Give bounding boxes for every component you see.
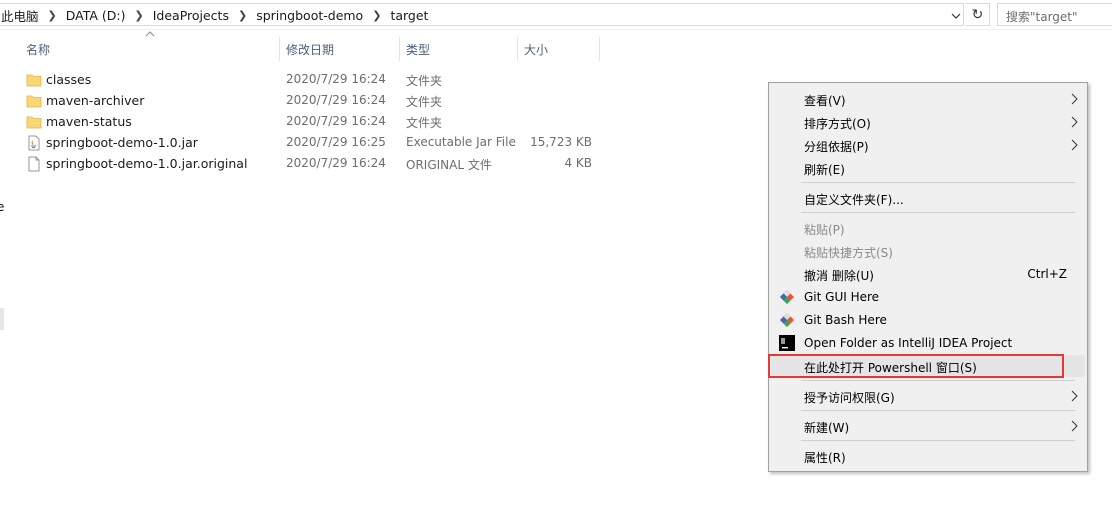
file-name: springboot-demo-1.0.jar.original xyxy=(46,156,248,171)
menu-item-grant-access[interactable]: 授予访问权限(G) xyxy=(771,385,1085,407)
chevron-right-icon xyxy=(1071,116,1078,128)
menu-separator xyxy=(801,440,1075,441)
menu-separator xyxy=(801,182,1075,183)
menu-item-sort-label: 排序方式(O) xyxy=(804,117,871,131)
menu-item-refresh[interactable]: 刷新(E) xyxy=(771,157,1085,179)
menu-item-git-bash[interactable]: Git Bash Here xyxy=(771,309,1085,331)
column-header-name-label: 名称 xyxy=(26,42,51,57)
menu-item-new-label: 新建(W) xyxy=(804,421,850,435)
column-header-type-label: 类型 xyxy=(406,42,431,57)
menu-item-group[interactable]: 分组依据(P) xyxy=(771,134,1085,156)
menu-item-paste-shortcut[interactable]: 粘贴快捷方式(S) xyxy=(771,240,1085,262)
chevron-right-icon xyxy=(1071,139,1078,151)
git-icon xyxy=(780,313,794,327)
breadcrumb-separator-icon[interactable]: ❯ xyxy=(238,9,247,22)
table-row[interactable]: maven-archiver 2020/7/29 16:24 文件夹 xyxy=(22,90,602,111)
menu-separator xyxy=(801,410,1075,411)
menu-item-paste-shortcut-label: 粘贴快捷方式(S) xyxy=(804,246,893,260)
menu-item-sort[interactable]: 排序方式(O) xyxy=(771,111,1085,133)
menu-item-view[interactable]: 查看(V) xyxy=(771,88,1085,110)
breadcrumb-target[interactable]: target xyxy=(390,8,428,23)
menu-item-git-bash-label: Git Bash Here xyxy=(804,313,887,327)
nav-pane-selection-fragment xyxy=(0,308,4,330)
menu-item-refresh-label: 刷新(E) xyxy=(804,163,845,177)
file-type: 文件夹 xyxy=(406,95,443,109)
file-type: 文件夹 xyxy=(406,74,443,88)
table-row[interactable]: springboot-demo-1.0.jar 2020/7/29 16:25 … xyxy=(22,132,602,153)
file-size: 15,723 KB xyxy=(530,135,592,149)
folder-icon xyxy=(26,116,42,129)
chevron-right-icon xyxy=(1071,390,1078,402)
breadcrumb-data-drive[interactable]: DATA (D:) xyxy=(66,8,126,23)
menu-separator xyxy=(801,380,1075,381)
file-icon xyxy=(28,156,40,172)
file-date: 2020/7/29 16:24 xyxy=(286,72,386,86)
file-type: 文件夹 xyxy=(406,116,443,130)
folder-icon xyxy=(26,74,42,87)
column-header-date[interactable]: 修改日期 xyxy=(280,37,400,61)
file-type: ORIGINAL 文件 xyxy=(406,158,492,172)
menu-item-open-intellij[interactable]: Open Folder as IntelliJ IDEA Project xyxy=(771,332,1085,354)
menu-item-properties-label: 属性(R) xyxy=(804,451,846,465)
menu-item-git-gui-label: Git GUI Here xyxy=(804,290,880,304)
breadcrumb-separator-icon[interactable]: ❯ xyxy=(372,9,381,22)
file-date: 2020/7/29 16:25 xyxy=(286,135,386,149)
file-date: 2020/7/29 16:24 xyxy=(286,156,386,170)
menu-item-new[interactable]: 新建(W) xyxy=(771,415,1085,437)
file-date: 2020/7/29 16:24 xyxy=(286,114,386,128)
folder-icon xyxy=(26,95,42,108)
file-name: springboot-demo-1.0.jar xyxy=(46,135,198,150)
menu-item-paste[interactable]: 粘贴(P) xyxy=(771,217,1085,239)
menu-item-undo-label: 撤消 删除(U) xyxy=(804,269,874,283)
file-date: 2020/7/29 16:24 xyxy=(286,93,386,107)
menu-item-undo-delete[interactable]: 撤消 删除(U) Ctrl+Z xyxy=(771,263,1085,285)
breadcrumb-springboot-demo[interactable]: springboot-demo xyxy=(256,8,363,23)
breadcrumb-ideaprojects[interactable]: IdeaProjects xyxy=(153,8,229,23)
file-name: classes xyxy=(46,72,92,87)
menu-item-grant-access-label: 授予访问权限(G) xyxy=(804,391,895,405)
menu-item-undo-shortcut: Ctrl+Z xyxy=(1027,267,1067,281)
git-icon xyxy=(780,290,794,304)
column-header-size[interactable]: 大小 xyxy=(518,37,600,61)
table-row[interactable]: maven-status 2020/7/29 16:24 文件夹 xyxy=(22,111,602,132)
menu-item-group-label: 分组依据(P) xyxy=(804,140,869,154)
menu-item-git-gui[interactable]: Git GUI Here xyxy=(771,286,1085,308)
breadcrumb-separator-icon[interactable]: ❯ xyxy=(135,9,144,22)
breadcrumb-separator-icon[interactable]: ❯ xyxy=(48,9,57,22)
annotation-highlight-box xyxy=(768,354,1064,378)
intellij-idea-icon xyxy=(779,335,795,351)
menu-item-paste-label: 粘贴(P) xyxy=(804,223,845,237)
chevron-right-icon xyxy=(1071,93,1078,105)
file-type: Executable Jar File xyxy=(406,135,516,149)
file-size: 4 KB xyxy=(564,156,592,170)
menu-item-customize-folder[interactable]: 自定义文件夹(F)... xyxy=(771,187,1085,209)
column-header-size-label: 大小 xyxy=(524,42,549,57)
context-menu: 查看(V) 排序方式(O) 分组依据(P) 刷新(E) 自定义文件夹(F)...… xyxy=(768,82,1088,472)
breadcrumb-this-pc[interactable]: 此电脑 xyxy=(1,6,39,25)
menu-separator xyxy=(801,212,1075,213)
search-input[interactable]: 搜索"target" xyxy=(997,3,1112,26)
java-jar-icon xyxy=(28,135,40,151)
address-bar[interactable]: 此电脑 ❯ DATA (D:) ❯ IdeaProjects ❯ springb… xyxy=(0,3,964,26)
menu-item-customize-label: 自定义文件夹(F)... xyxy=(804,193,904,207)
address-bar-region: 此电脑 ❯ DATA (D:) ❯ IdeaProjects ❯ springb… xyxy=(0,0,1112,30)
table-row[interactable]: springboot-demo-1.0.jar.original 2020/7/… xyxy=(22,153,602,174)
menu-item-properties[interactable]: 属性(R) xyxy=(771,445,1085,467)
menu-item-open-intellij-label: Open Folder as IntelliJ IDEA Project xyxy=(804,336,1013,350)
refresh-icon[interactable]: ↻ xyxy=(966,3,990,26)
file-name: maven-archiver xyxy=(46,93,145,108)
file-name: maven-status xyxy=(46,114,132,129)
nav-pane-fragment: e xyxy=(0,200,5,214)
chevron-right-icon xyxy=(1071,420,1078,432)
table-row[interactable]: classes 2020/7/29 16:24 文件夹 xyxy=(22,69,602,90)
column-header-type[interactable]: 类型 xyxy=(400,37,518,61)
address-dropdown-icon[interactable] xyxy=(951,11,961,21)
column-header-date-label: 修改日期 xyxy=(286,42,335,57)
menu-item-view-label: 查看(V) xyxy=(804,94,846,108)
breadcrumb: 此电脑 ❯ DATA (D:) ❯ IdeaProjects ❯ springb… xyxy=(1,6,428,25)
column-header-name[interactable]: 名称 xyxy=(20,37,280,61)
search-placeholder: 搜索"target" xyxy=(1006,10,1078,24)
